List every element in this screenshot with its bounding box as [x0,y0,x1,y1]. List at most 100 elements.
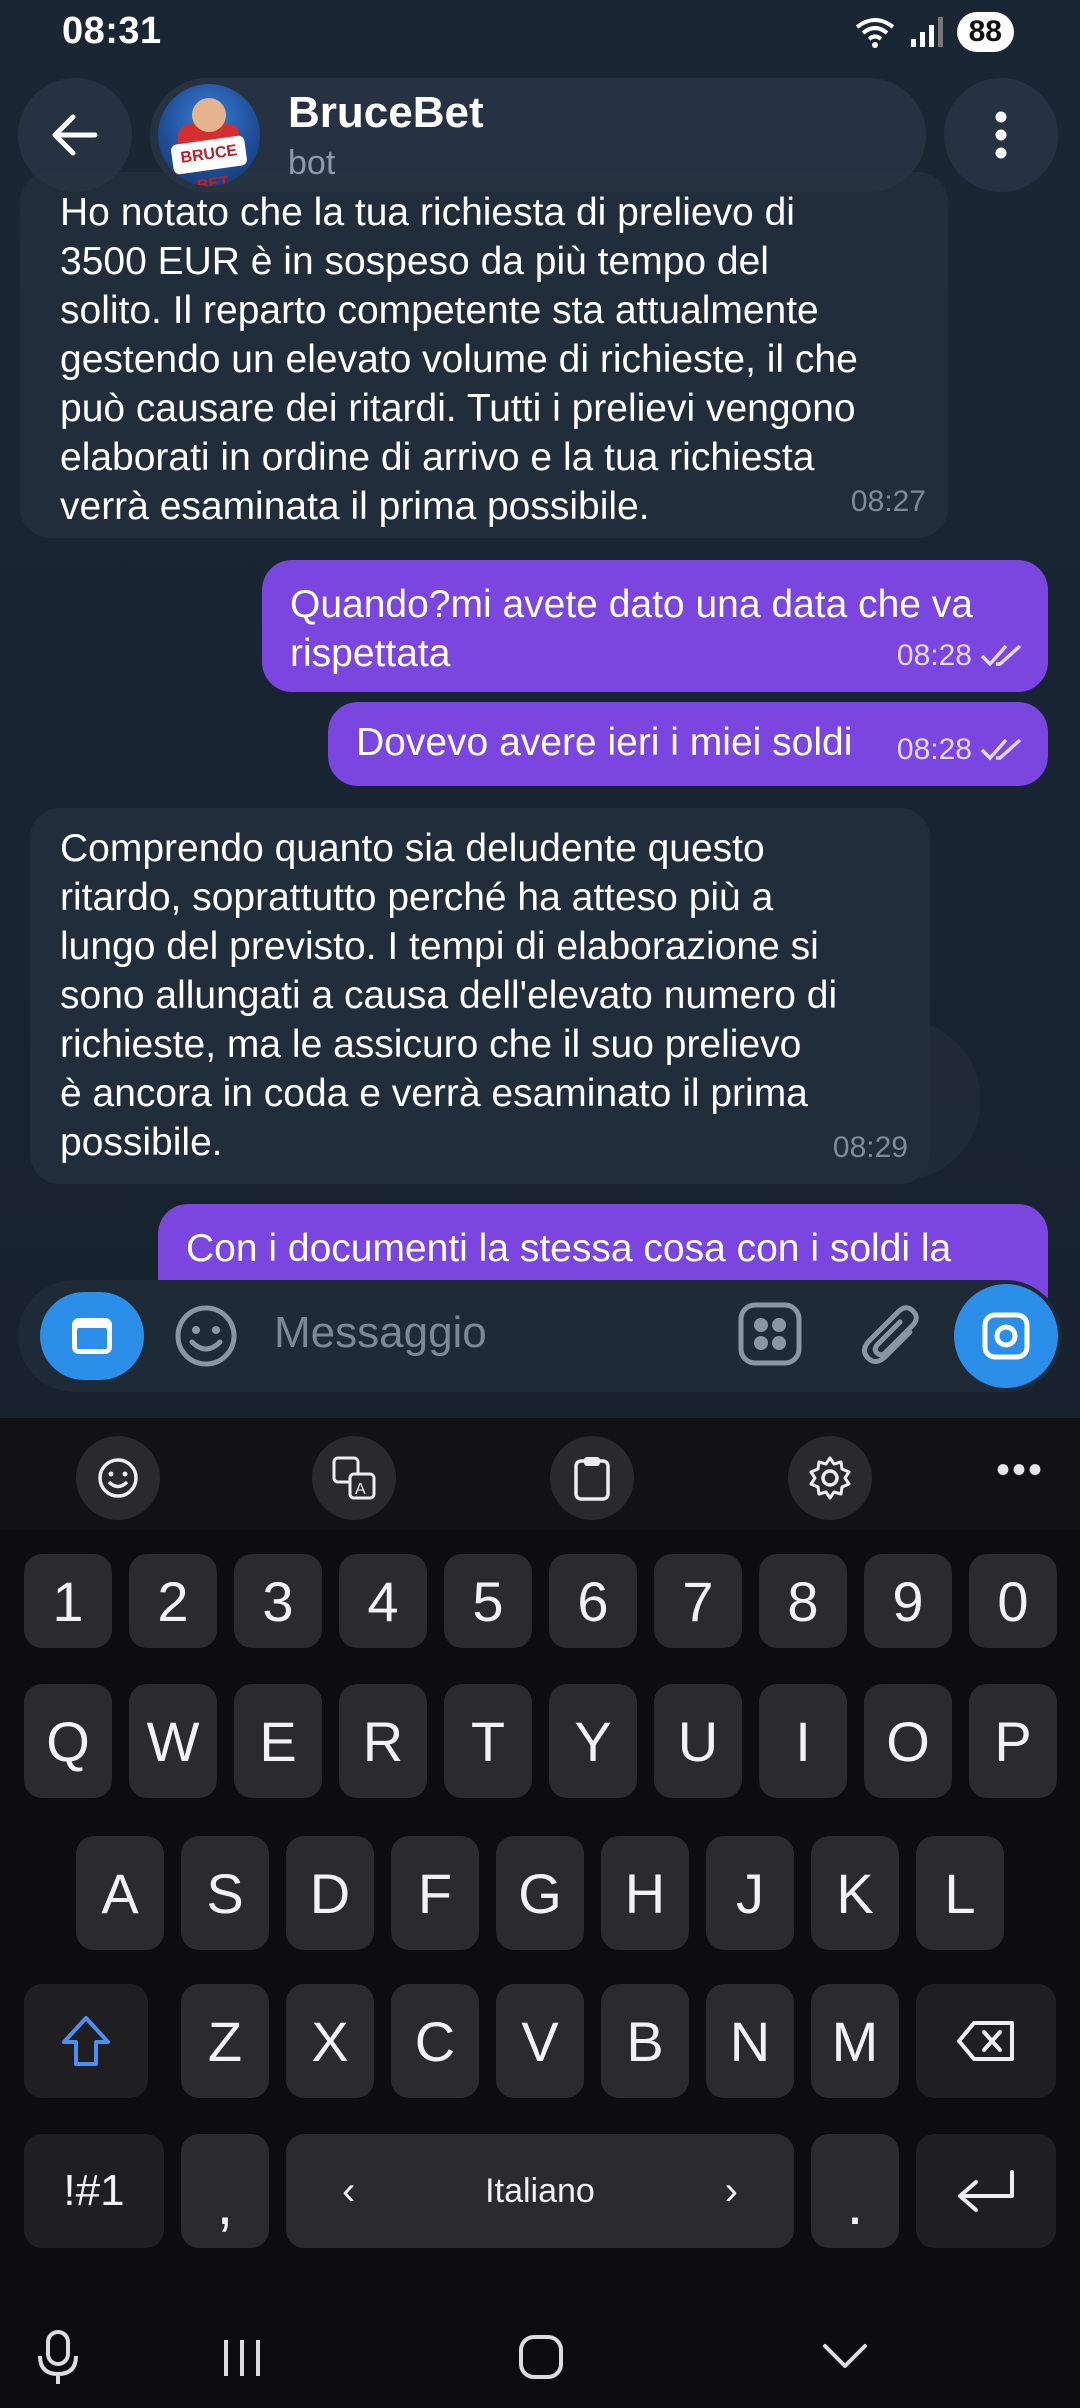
message-bubble-incoming[interactable]: Comprendo quanto sia deludente questo ri… [30,808,930,1184]
key-z[interactable]: Z [181,1984,269,2098]
period-key[interactable]: . [811,2134,899,2248]
message-input[interactable]: Messaggio [274,1308,487,1358]
key-x[interactable]: X [286,1984,374,2098]
key-i[interactable]: I [759,1684,847,1798]
arrow-left-icon [52,114,98,156]
key-r[interactable]: R [339,1684,427,1798]
gear-icon [809,1456,851,1500]
wifi-icon [855,18,894,48]
key-3[interactable]: 3 [234,1554,322,1648]
translate-icon: A [332,1456,376,1500]
key-u[interactable]: U [654,1684,742,1798]
key-6[interactable]: 6 [549,1554,637,1648]
more-horizontal-icon[interactable]: ••• [996,1448,1044,1493]
more-vertical-icon [995,111,1007,159]
key-y[interactable]: Y [549,1684,637,1798]
key-f[interactable]: F [391,1836,479,1950]
key-p[interactable]: P [969,1684,1057,1798]
key-1[interactable]: 1 [24,1554,112,1648]
emoji-keyboard-button[interactable] [76,1436,160,1520]
key-7[interactable]: 7 [654,1554,742,1648]
message-text: Con i documenti la stessa cosa con i sol… [186,1227,952,1270]
space-key[interactable]: ‹ Italiano › [286,2134,794,2248]
recent-apps-icon[interactable] [220,2338,264,2378]
chevron-right-icon: › [724,2168,738,2213]
back-button[interactable] [18,78,132,192]
symbols-key[interactable]: !#1 [24,2134,164,2248]
key-o[interactable]: O [864,1684,952,1798]
message-bubble-outgoing[interactable]: Dovevo avere ieri i miei soldi 08:28 [328,702,1048,786]
clipboard-icon [574,1457,610,1501]
backspace-key[interactable] [916,1984,1056,2098]
chat-header[interactable]: BRUCE BET BruceBet bot [150,78,926,192]
message-text: Ho notato che la tua richiesta di prelie… [60,191,858,528]
emoji-icon[interactable] [174,1304,238,1368]
enter-key[interactable] [916,2134,1056,2248]
key-s[interactable]: S [181,1836,269,1950]
double-check-icon [980,644,1022,667]
svg-text:A: A [355,1481,366,1498]
message-bubble-outgoing[interactable]: Quando?mi avete dato una data che va ris… [262,560,1048,692]
message-meta: 08:28 [897,631,1026,680]
key-5[interactable]: 5 [444,1554,532,1648]
signal-icon [910,17,943,47]
key-4[interactable]: 4 [339,1554,427,1648]
microphone-icon[interactable] [36,2330,80,2386]
key-n[interactable]: N [706,1984,794,2098]
message-meta: 08:27 [851,477,926,526]
avatar[interactable]: BRUCE BET [158,84,260,186]
home-icon[interactable] [518,2334,564,2380]
chat-subtitle: bot [288,144,336,182]
message-meta: 08:29 [833,1123,908,1172]
paperclip-icon[interactable] [858,1302,922,1370]
more-options-button[interactable] [944,78,1058,192]
hide-keyboard-icon[interactable] [822,2342,868,2370]
key-e[interactable]: E [234,1684,322,1798]
message-time: 08:27 [850,485,926,518]
emoji-icon [98,1458,138,1498]
message-meta: 08:28 [897,725,1026,774]
key-g[interactable]: G [496,1836,584,1950]
apps-icon[interactable] [738,1302,802,1366]
backspace-icon [957,2021,1014,2061]
shift-icon [62,2016,110,2066]
key-t[interactable]: T [444,1684,532,1798]
translate-button[interactable]: A [312,1436,396,1520]
enter-icon [958,2170,1014,2212]
key-b[interactable]: B [601,1984,689,2098]
key-0[interactable]: 0 [969,1554,1057,1648]
key-2[interactable]: 2 [129,1554,217,1648]
key-w[interactable]: W [129,1684,217,1798]
double-check-icon [980,738,1022,761]
key-v[interactable]: V [496,1984,584,2098]
message-time: 08:28 [896,733,972,766]
key-k[interactable]: K [811,1836,899,1950]
battery-indicator: 88 [956,12,1014,52]
chevron-left-icon: ‹ [342,2168,356,2213]
key-j[interactable]: J [706,1836,794,1950]
key-q[interactable]: Q [24,1684,112,1798]
space-key-label: Italiano [485,2171,595,2210]
key-m[interactable]: M [811,1984,899,2098]
chat-title: BruceBet [288,88,484,137]
status-bar: 08:31 88 [0,0,1080,70]
bot-menu-button[interactable] [40,1292,144,1380]
camera-button[interactable] [954,1284,1058,1388]
key-l[interactable]: L [916,1836,1004,1950]
key-9[interactable]: 9 [864,1554,952,1648]
comma-key[interactable]: , [181,2134,269,2248]
shift-key[interactable] [24,1984,148,2098]
clipboard-button[interactable] [550,1436,634,1520]
status-icons: 88 [855,12,1014,52]
keyboard-settings-button[interactable] [788,1436,872,1520]
key-c[interactable]: C [391,1984,479,2098]
key-8[interactable]: 8 [759,1554,847,1648]
message-time: 08:29 [832,1131,908,1164]
message-text: Comprendo quanto sia deludente questo ri… [60,827,838,1164]
key-d[interactable]: D [286,1836,374,1950]
chat-screen: 08:31 88 Ho notato che la tua richiesta … [0,0,1080,1418]
message-time: 08:28 [896,639,972,672]
message-bubble-incoming[interactable]: Ho notato che la tua richiesta di prelie… [20,172,948,538]
key-a[interactable]: A [76,1836,164,1950]
key-h[interactable]: H [601,1836,689,1950]
